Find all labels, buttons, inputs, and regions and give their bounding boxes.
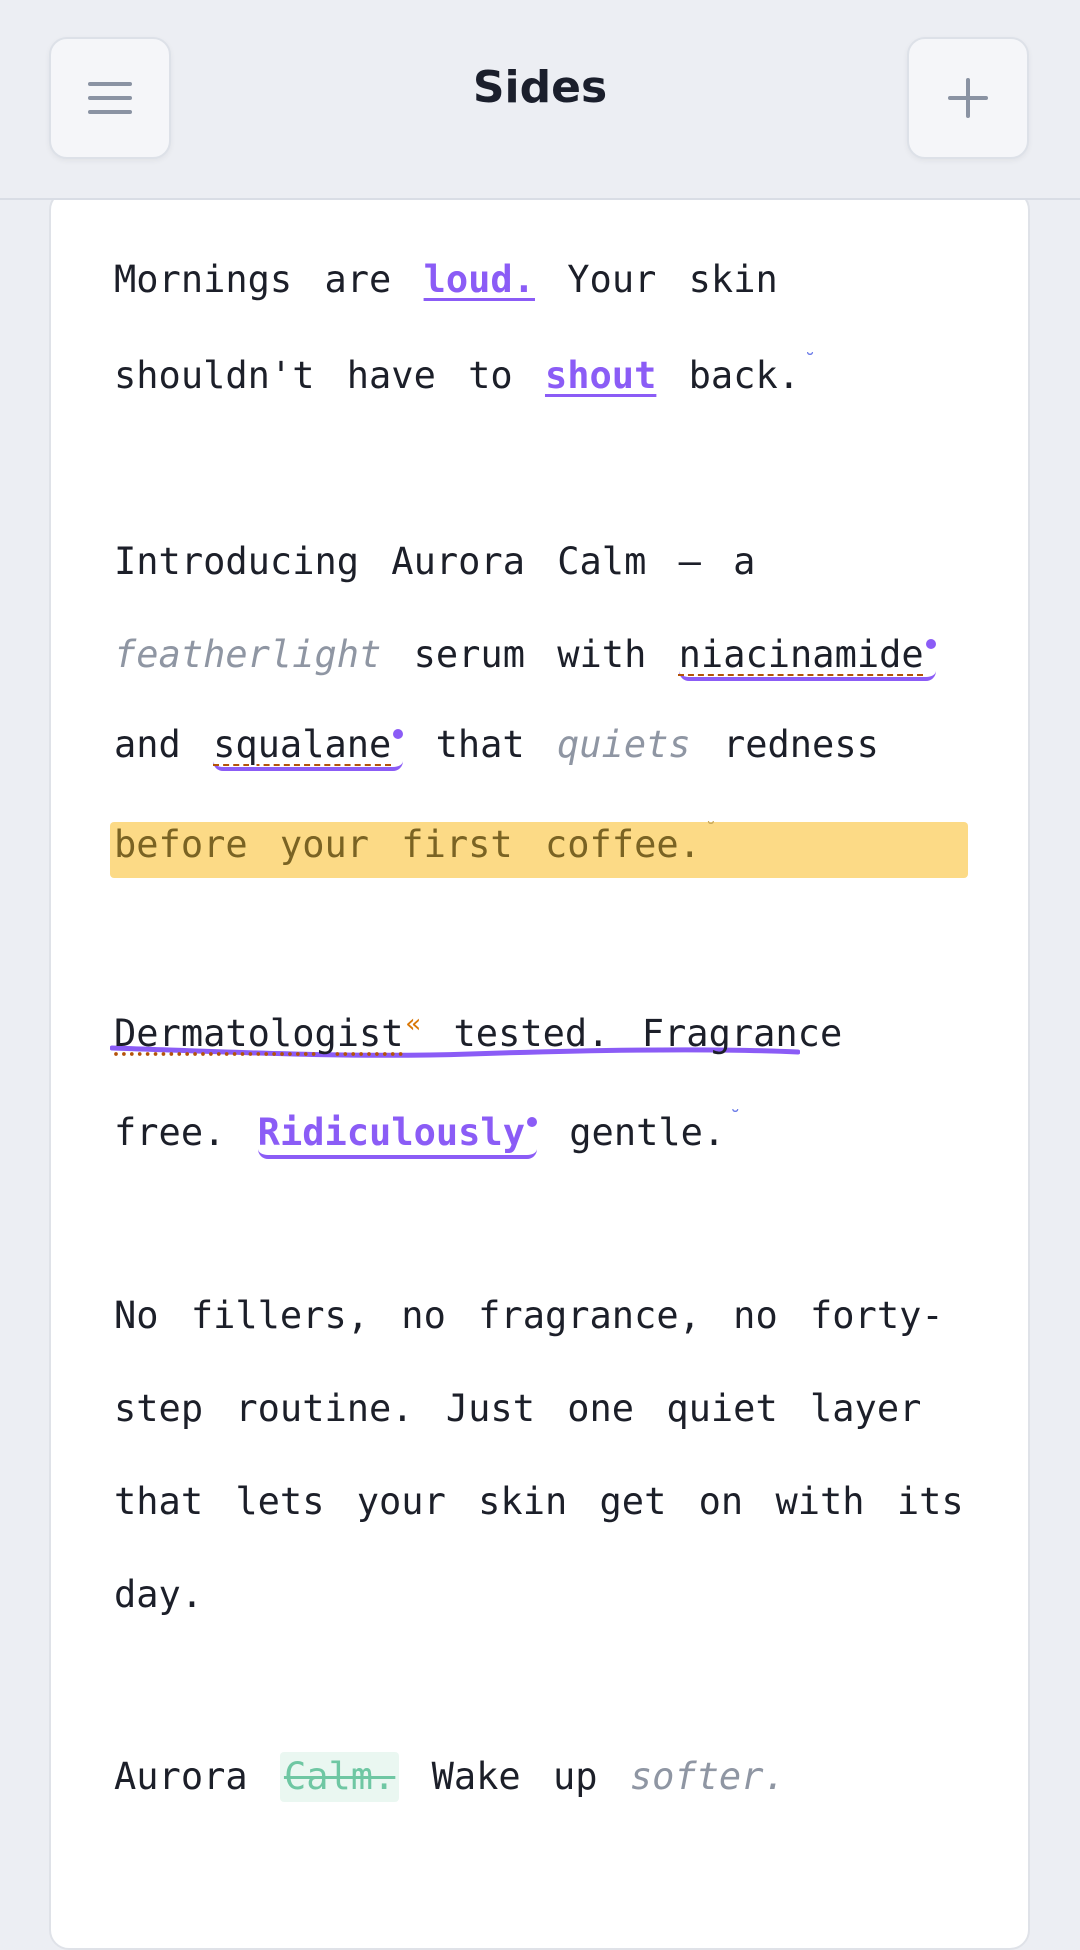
p3-line1: Dermatologist« tested. Fragrance: [114, 1009, 842, 1059]
italic-word-featherlight: featherlight: [114, 633, 382, 676]
p1-line2: shouldn't have to shout back. ˘: [114, 349, 817, 401]
annotated-text: Ridiculously: [257, 1111, 525, 1154]
highlighted-text: before your first coffee.: [114, 823, 701, 866]
editor-card[interactable]: [49, 190, 1030, 1950]
p3-line2: free. Ridiculously gentle. ˘: [114, 1106, 742, 1159]
annotated-word-squalane[interactable]: squalane: [213, 723, 404, 771]
caret-mark-icon: ˘: [804, 349, 817, 373]
p5-line1: Aurora Calm. Wake up softer.: [114, 1752, 786, 1802]
text: free.: [114, 1111, 226, 1154]
top-bar: Sides: [0, 0, 1080, 200]
text: shouldn't have to: [114, 354, 513, 397]
text: Aurora: [114, 1755, 248, 1798]
text: tested. Fragrance: [453, 1012, 843, 1055]
text: Your skin: [567, 258, 778, 301]
p4-line4: day.: [114, 1573, 204, 1616]
p2-line3: and squalane that quiets redness: [114, 720, 879, 771]
p2-line2: featherlight serum with niacinamide: [114, 630, 936, 681]
annotated-text: niacinamide: [678, 633, 924, 676]
annotation-dot-icon: [526, 1117, 537, 1127]
emphasis-word-loud[interactable]: loud.: [424, 258, 535, 301]
annotated-word-ridiculously[interactable]: Ridiculously: [257, 1111, 537, 1159]
emphasis-word-shout[interactable]: shout: [545, 354, 656, 397]
add-button[interactable]: [907, 37, 1029, 159]
caret-mark-icon: ˘: [704, 818, 717, 842]
annotation-dot-icon: [393, 729, 404, 739]
text: Wake up: [431, 1755, 598, 1798]
text: serum with: [413, 633, 647, 676]
struck-word-calm[interactable]: Calm.: [279, 1752, 400, 1802]
italic-word-softer: softer.: [629, 1755, 786, 1798]
quote-mark-icon: «: [405, 1009, 422, 1039]
plus-icon: [948, 78, 988, 118]
text: that: [435, 723, 525, 766]
italic-word-quiets: quiets: [557, 723, 691, 766]
p4-line3: that lets your skin get on with its: [114, 1480, 964, 1523]
annotated-text: squalane: [213, 723, 392, 766]
text: gentle.: [569, 1111, 726, 1154]
text: back.: [688, 354, 801, 397]
p4-line1: No fillers, no fragrance, no forty-: [114, 1294, 944, 1337]
p2-line1: Introducing Aurora Calm — a: [114, 540, 756, 583]
annotation-dot-icon: [925, 639, 936, 649]
p1-line1: Mornings are loud. Your skin: [114, 255, 778, 305]
caret-mark-icon: ˘: [729, 1106, 742, 1130]
annotated-word-dermatologist[interactable]: Dermatologist: [114, 1012, 404, 1055]
text: Mornings are: [114, 258, 392, 301]
p2-line4: before your first coffee. ˘: [114, 818, 717, 870]
text: redness: [722, 723, 879, 766]
p4-line2: step routine. Just one quiet layer: [114, 1387, 922, 1430]
annotated-word-niacinamide[interactable]: niacinamide: [678, 633, 936, 681]
text: and: [114, 723, 181, 766]
